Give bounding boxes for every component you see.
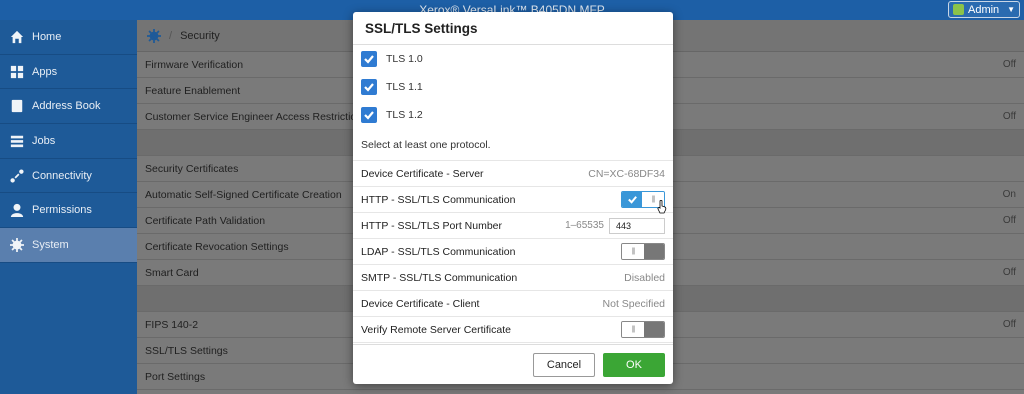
gear-icon (10, 237, 24, 252)
check-icon (622, 192, 642, 207)
dialog-title: SSL/TLS Settings (353, 12, 673, 45)
http-ssl-tls-row: HTTP - SSL/TLS Communication ||| (353, 187, 673, 213)
dialog-footer: Cancel OK (353, 344, 673, 384)
list-item-label: Certificate Revocation Settings (145, 240, 289, 253)
tls-1-0-checkbox[interactable] (361, 51, 377, 67)
breadcrumb-separator: / (169, 29, 173, 42)
list-item-label: Feature Enablement (145, 84, 241, 97)
client-certificate-row[interactable]: Device Certificate - Client Not Specifie… (353, 291, 673, 317)
server-certificate-value: CN=XC-68DF34 (588, 167, 665, 180)
list-item-label: Certificate Path Validation (145, 214, 266, 227)
sidebar-item-label: Connectivity (32, 169, 92, 182)
sidebar-item-apps[interactable]: Apps (0, 55, 137, 90)
sidebar-item-label: Jobs (32, 134, 56, 147)
sidebar-item-jobs[interactable]: Jobs (0, 124, 137, 159)
admin-label: Admin (968, 3, 1000, 16)
list-item-value: Off (1002, 111, 1016, 122)
sidebar: Home Apps Address Book Jobs Connectivity… (0, 20, 137, 394)
http-port-range: 1–65535 (565, 220, 604, 231)
mouse-cursor-icon (657, 199, 667, 214)
http-ssl-tls-label: HTTP - SSL/TLS Communication (361, 193, 516, 206)
list-item-label: FIPS 140-2 (145, 318, 199, 331)
list-item-label: Smart Card (145, 266, 199, 279)
http-port-row: HTTP - SSL/TLS Port Number 1–65535 (353, 213, 673, 239)
ldap-ssl-tls-row: LDAP - SSL/TLS Communication ||| (353, 239, 673, 265)
http-port-label: HTTP - SSL/TLS Port Number (361, 219, 503, 232)
client-certificate-value: Not Specified (602, 297, 665, 310)
breadcrumb-current: Security (180, 29, 220, 42)
admin-menu-button[interactable]: Admin ▼ (948, 1, 1020, 18)
tls-1-0-option[interactable]: TLS 1.0 (353, 45, 673, 73)
cancel-button[interactable]: Cancel (533, 353, 595, 377)
list-item-label: SSL/TLS Settings (145, 344, 228, 357)
permissions-icon (10, 203, 24, 218)
list-item-label: Customer Service Engineer Access Restric… (145, 110, 363, 123)
smtp-ssl-tls-value: Disabled (624, 271, 665, 284)
list-item-value: Off (1002, 319, 1016, 330)
sidebar-item-connectivity[interactable]: Connectivity (0, 159, 137, 194)
verify-remote-row: Verify Remote Server Certificate ||| (353, 317, 673, 343)
smtp-ssl-tls-label: SMTP - SSL/TLS Communication (361, 271, 518, 284)
sidebar-item-label: Home (32, 30, 62, 43)
chevron-down-icon: ▼ (1007, 5, 1015, 14)
sidebar-item-label: Permissions (32, 204, 92, 217)
avatar-icon (953, 4, 964, 15)
verify-remote-label: Verify Remote Server Certificate (361, 323, 511, 336)
protocol-hint: Select at least one protocol. (353, 129, 673, 161)
sidebar-item-address-book[interactable]: Address Book (0, 89, 137, 125)
server-certificate-row[interactable]: Device Certificate - Server CN=XC-68DF34 (353, 161, 673, 187)
toggle-knob: ||| (622, 244, 644, 259)
list-item-value: Off (1002, 59, 1016, 70)
toggle-knob: ||| (622, 322, 644, 337)
toggle-track (644, 244, 664, 259)
tls-1-1-checkbox[interactable] (361, 79, 377, 95)
ldap-ssl-tls-toggle[interactable]: ||| (621, 243, 665, 260)
sidebar-item-label: Apps (32, 65, 58, 78)
tls-1-1-option[interactable]: TLS 1.1 (353, 73, 673, 101)
sidebar-item-permissions[interactable]: Permissions (0, 193, 137, 229)
list-item-value: Off (1002, 267, 1016, 278)
list-item-value: Off (1002, 215, 1016, 226)
tls-1-2-option[interactable]: TLS 1.2 (353, 101, 673, 129)
server-certificate-label: Device Certificate - Server (361, 167, 484, 180)
list-item-label: Security Certificates (145, 162, 239, 175)
list-item-value: On (1002, 189, 1016, 200)
home-icon (10, 30, 24, 44)
tls-1-2-checkbox[interactable] (361, 107, 377, 123)
sidebar-item-system[interactable]: System (0, 228, 137, 263)
smtp-ssl-tls-row[interactable]: SMTP - SSL/TLS Communication Disabled (353, 265, 673, 291)
ok-button[interactable]: OK (603, 353, 665, 377)
list-item-label: Firmware Verification (145, 58, 244, 71)
sidebar-item-label: Address Book (32, 100, 101, 113)
ssl-tls-settings-dialog: SSL/TLS Settings TLS 1.0 TLS 1.1 TLS 1.2… (353, 12, 673, 384)
verify-remote-toggle[interactable]: ||| (621, 321, 665, 338)
sidebar-item-home[interactable]: Home (0, 20, 137, 55)
address-book-icon (10, 99, 24, 113)
http-port-input[interactable] (609, 217, 665, 234)
ldap-ssl-tls-label: LDAP - SSL/TLS Communication (361, 245, 516, 258)
gear-icon[interactable] (147, 28, 161, 43)
client-certificate-label: Device Certificate - Client (361, 297, 480, 310)
sidebar-item-label: System (32, 238, 69, 251)
jobs-icon (10, 134, 24, 148)
toggle-track (644, 322, 664, 337)
list-item-label: Automatic Self-Signed Certificate Creati… (145, 188, 342, 201)
connectivity-icon (10, 169, 24, 183)
list-item-label: Port Settings (145, 370, 206, 383)
tls-1-0-label: TLS 1.0 (386, 53, 423, 65)
tls-1-2-label: TLS 1.2 (386, 109, 423, 121)
apps-icon (10, 65, 24, 79)
tls-1-1-label: TLS 1.1 (386, 81, 423, 93)
